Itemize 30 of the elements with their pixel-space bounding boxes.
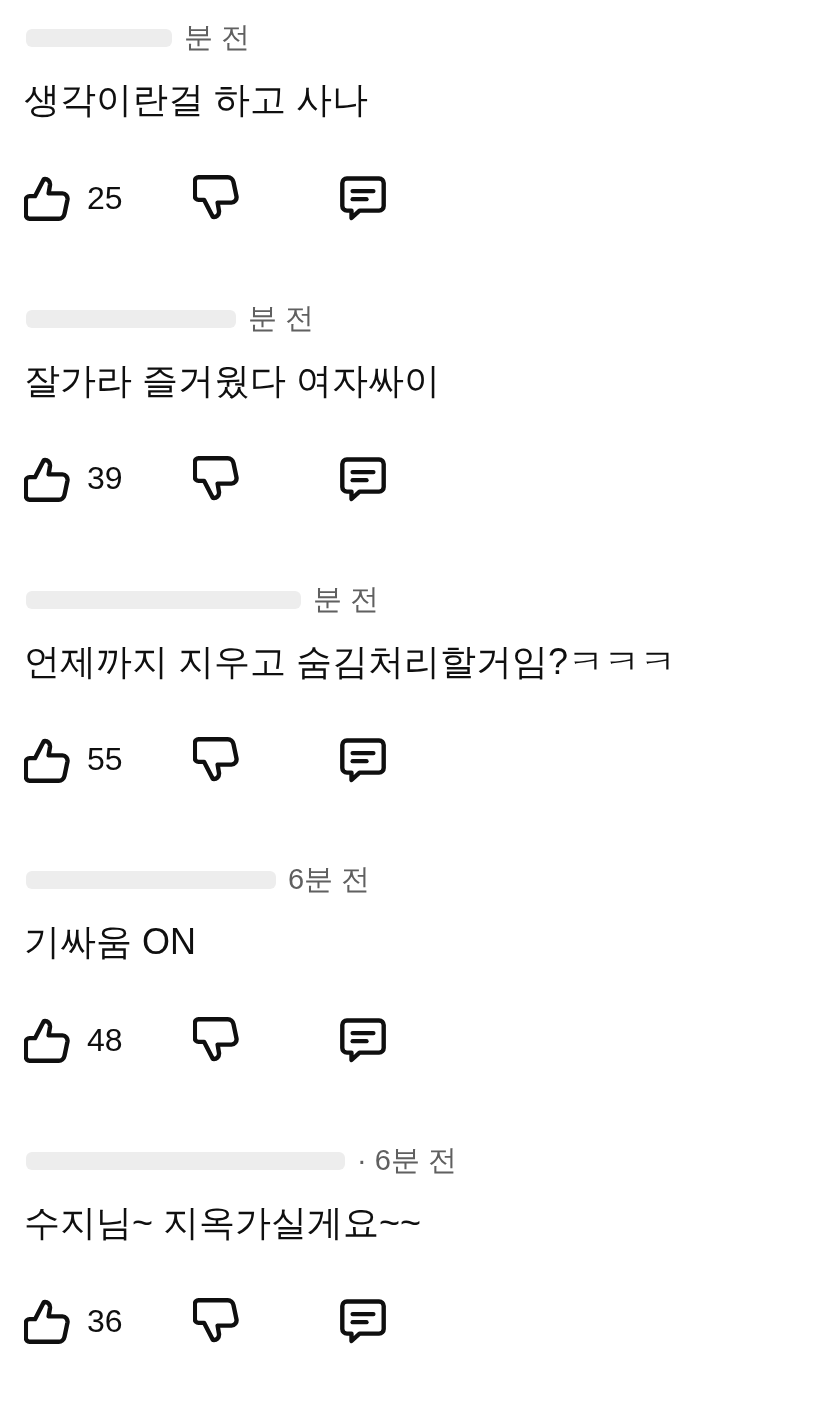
comment-icon — [340, 736, 386, 783]
comment-icon — [340, 1298, 386, 1345]
thumbs-up-icon — [24, 175, 70, 221]
like-button[interactable]: 39 — [24, 452, 123, 505]
thumbs-up-icon — [24, 1298, 70, 1345]
comment-time: 분 전 — [313, 581, 380, 617]
comment-icon — [340, 455, 386, 502]
comment-time: 6분 전 — [288, 862, 371, 898]
thumbs-up-icon — [24, 455, 70, 502]
thumbs-down-icon — [193, 736, 239, 783]
like-button[interactable]: 48 — [24, 1014, 123, 1067]
comment-icon — [340, 1017, 386, 1064]
thumbs-down-icon — [193, 1017, 239, 1064]
comment-time: 분 전 — [248, 300, 315, 336]
comment-text: 수지님~ 지옥가실게요~~ — [24, 1201, 423, 1246]
thumbs-down-icon — [193, 455, 239, 502]
comment-text: 기싸움 ON — [24, 920, 197, 965]
comment-text: 생각이란걸 하고 사나 — [24, 78, 369, 122]
thumbs-up-icon — [24, 736, 70, 783]
thumbs-up-icon — [24, 1017, 70, 1064]
comment-text: 언제까지 지우고 숨김처리할거임?ㅋㅋㅋ — [24, 639, 678, 684]
comment-icon — [340, 175, 386, 221]
like-button[interactable]: 36 — [24, 1295, 123, 1348]
comment-text: 잘가라 즐거웠다 여자싸이 — [24, 358, 441, 403]
comment-time: · 6분 전 — [357, 1143, 457, 1179]
thumbs-down-icon — [193, 1298, 239, 1345]
thumbs-down-icon — [193, 175, 239, 221]
like-button[interactable]: 25 — [24, 172, 123, 224]
comment-time: 분 전 — [184, 20, 251, 55]
like-button[interactable]: 55 — [24, 733, 123, 786]
